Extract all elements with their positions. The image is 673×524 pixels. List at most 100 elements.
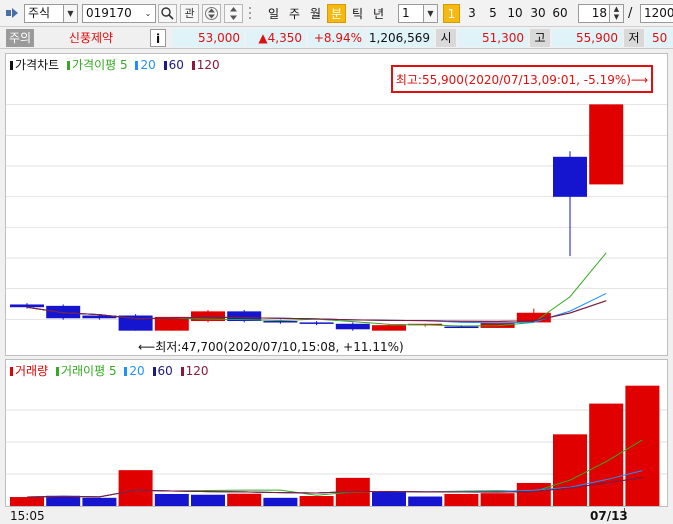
legend-vma5: 거래이평 5 <box>55 364 117 378</box>
chevron-down-icon[interactable]: ▼ <box>423 5 437 22</box>
warning-badge: 주의 <box>6 29 34 47</box>
volume-bar <box>372 491 406 506</box>
price-change: ▲4,350 <box>246 29 306 47</box>
volume-bar <box>263 497 298 506</box>
x-axis-start-label: 15:05 <box>10 509 45 523</box>
period-day[interactable]: 일 <box>264 4 283 23</box>
stock-name: 신풍제약 <box>68 31 114 45</box>
volume-bar <box>118 470 153 506</box>
high-annotation-text: 최고:55,900(2020/07/13,09:01, -5.19%)⟶ <box>395 73 649 87</box>
volume-bar <box>408 496 443 506</box>
scroll-up-down-icon[interactable] <box>202 4 221 23</box>
quick-interval-10[interactable]: 10 <box>504 4 526 23</box>
volume-bar <box>46 495 81 506</box>
toolbar-divider <box>247 4 253 23</box>
volume-bar <box>625 385 660 506</box>
spin-arrows-icon[interactable] <box>224 4 243 23</box>
quick-interval-5[interactable]: 5 <box>484 4 502 23</box>
quick-interval-3[interactable]: 3 <box>463 4 481 23</box>
candle-body <box>589 104 624 185</box>
legend-ma20-period: 20 <box>140 58 156 72</box>
legend-ma60-period: 60 <box>168 58 184 72</box>
open-label: 시 <box>436 29 456 47</box>
legend-vma120-period: 120 <box>185 364 209 378</box>
volume-bar <box>553 434 587 506</box>
legend-vma60: 60 <box>152 364 173 378</box>
candle-body <box>372 325 406 331</box>
period-week[interactable]: 주 <box>285 4 304 23</box>
market-select[interactable]: 주식 ▼ <box>24 4 78 23</box>
watchlist-button[interactable]: 관 <box>180 4 199 23</box>
volume-bar <box>82 497 117 506</box>
total-count-field[interactable]: 1200 <box>640 4 673 23</box>
price-legend: 가격차트 가격이평 5 20 60 120 <box>10 57 224 73</box>
period-minute[interactable]: 분 <box>327 4 346 23</box>
candle-body <box>444 326 479 329</box>
legend-vma5-period: 5 <box>108 364 117 378</box>
info-button[interactable]: i <box>150 29 166 47</box>
legend-price: 가격차트 <box>10 58 59 72</box>
price-change-pct: +8.94% <box>308 29 366 47</box>
legend-price-title: 가격차트 <box>15 58 60 72</box>
display-count-stepper[interactable]: 18 ▲ ▼ <box>578 4 624 23</box>
volume-bar <box>299 496 334 506</box>
high-annotation-box: 최고:55,900(2020/07/13,09:01, -5.19%)⟶ <box>391 65 653 93</box>
period-year[interactable]: 년 <box>369 4 388 23</box>
candle-body <box>263 321 298 323</box>
quick-interval-1[interactable]: 1 <box>443 4 460 23</box>
x-axis-end-label: 07/13 <box>590 509 628 523</box>
volume-chart[interactable] <box>6 360 667 506</box>
volume-chart-panel[interactable]: 거래량 거래이평 5 20 60 120 <box>5 359 668 507</box>
volume-bar <box>480 493 515 506</box>
total-count-value: 1200 <box>644 6 673 20</box>
volume-legend: 거래량 거래이평 5 20 60 120 <box>10 363 213 379</box>
low-price: 50 <box>646 29 673 47</box>
price-chart-panel[interactable]: 가격차트 가격이평 5 20 60 120 최고:55,900(2020/07/… <box>5 53 668 356</box>
count-separator: / <box>628 6 633 21</box>
x-axis: 15:05 07/13 <box>0 508 673 524</box>
high-label: 고 <box>530 29 550 47</box>
quick-interval-30[interactable]: 30 <box>527 4 549 23</box>
candle-body <box>46 305 81 319</box>
low-label: 저 <box>624 29 644 47</box>
volume-bar <box>516 482 551 506</box>
legend-vma20-period: 20 <box>129 364 145 378</box>
legend-ma120-period: 120 <box>196 58 220 72</box>
legend-ma5: 가격이평 5 <box>67 58 128 72</box>
low-annotation-text: ⟵최저:47,700(2020/07/10,15:08, +11.11%) <box>138 340 404 354</box>
volume-bar <box>10 497 44 506</box>
period-month[interactable]: 월 <box>306 4 325 23</box>
trade-volume: 1,206,569 <box>368 29 434 47</box>
legend-ma5-period: 5 <box>120 58 128 72</box>
current-price: 53,000 <box>172 29 244 47</box>
chevron-down-icon[interactable]: ▼ <box>63 5 77 22</box>
interval-select[interactable]: 1 ▼ <box>398 4 438 23</box>
volume-bar <box>191 494 225 506</box>
legend-volume-title: 거래량 <box>15 364 49 378</box>
legend-ma120: 120 <box>191 58 220 72</box>
chevron-down-icon[interactable]: ⌄ <box>141 5 155 22</box>
candle-body <box>335 323 370 330</box>
stock-code-input[interactable]: 019170 ⌄ <box>82 4 156 23</box>
legend-ma60: 60 <box>163 58 184 72</box>
open-price: 51,300 <box>458 29 528 47</box>
search-icon[interactable] <box>158 4 177 23</box>
panel-toggle-icon[interactable] <box>6 7 20 19</box>
legend-vma20: 20 <box>124 364 145 378</box>
candle-body <box>299 322 334 324</box>
high-price: 55,900 <box>552 29 622 47</box>
legend-ma20: 20 <box>135 58 156 72</box>
volume-bar <box>154 493 189 506</box>
period-tick[interactable]: 틱 <box>348 4 367 23</box>
legend-volume: 거래량 <box>10 364 48 378</box>
legend-vma-label: 거래이평 <box>60 364 106 378</box>
stepper-arrows-icon[interactable]: ▲ ▼ <box>609 5 623 22</box>
volume-bar <box>444 493 479 506</box>
quick-interval-60[interactable]: 60 <box>549 4 571 23</box>
volume-bar <box>227 493 262 506</box>
candle-body <box>553 156 587 197</box>
legend-vma60-period: 60 <box>157 364 173 378</box>
legend-ma-label: 가격이평 <box>72 58 117 72</box>
candle-body <box>10 304 44 308</box>
price-chart[interactable] <box>6 54 667 355</box>
